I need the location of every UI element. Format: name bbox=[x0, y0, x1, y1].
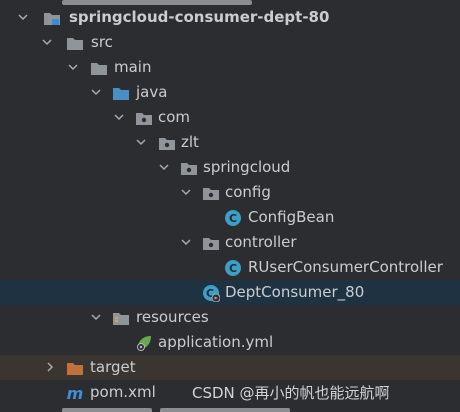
source-root-folder-icon bbox=[113, 88, 129, 100]
tree-item-label: springcloud-consumer-dept-80 bbox=[69, 8, 330, 26]
package-icon bbox=[203, 238, 219, 250]
tree-row-resources[interactable]: resources bbox=[0, 305, 460, 330]
tree-item-label: target bbox=[90, 358, 136, 376]
chevron-down-icon[interactable] bbox=[179, 234, 193, 250]
tree-row-controller[interactable]: controller bbox=[0, 230, 460, 255]
tree-row-main[interactable]: main bbox=[0, 55, 460, 80]
tree-row-config[interactable]: config bbox=[0, 180, 460, 205]
svg-text:m: m bbox=[67, 384, 84, 402]
tree-row-zlt[interactable]: zlt bbox=[0, 130, 460, 155]
tree-row-configbean[interactable]: C ConfigBean bbox=[0, 205, 460, 230]
module-folder-icon bbox=[44, 13, 60, 25]
tree-row-deptconsumer-80[interactable]: C DeptConsumer_80 bbox=[0, 280, 460, 305]
tree-item-label: springcloud bbox=[203, 158, 291, 176]
tree-item-label: java bbox=[136, 83, 168, 101]
tree-row-com[interactable]: com bbox=[0, 105, 460, 130]
chevron-right-icon[interactable] bbox=[43, 359, 57, 375]
chevron-down-icon[interactable] bbox=[66, 59, 80, 75]
chevron-down-icon[interactable] bbox=[40, 34, 54, 50]
spring-config-icon bbox=[137, 336, 151, 351]
tree-item-label: zlt bbox=[181, 133, 199, 151]
chevron-down-icon[interactable] bbox=[179, 184, 193, 200]
svg-text:C: C bbox=[229, 262, 237, 275]
tree-row-module[interactable]: springcloud-consumer-dept-80 bbox=[0, 5, 460, 30]
folder-icon bbox=[91, 63, 107, 75]
resources-folder-icon bbox=[113, 313, 129, 325]
svg-text:C: C bbox=[229, 212, 237, 225]
chevron-down-icon[interactable] bbox=[134, 134, 148, 150]
chevron-down-icon[interactable] bbox=[89, 309, 103, 325]
package-icon bbox=[136, 113, 152, 125]
maven-icon: m bbox=[67, 384, 84, 402]
tree-item-label: DeptConsumer_80 bbox=[225, 283, 365, 301]
tree-item-label: application.yml bbox=[158, 333, 274, 351]
package-icon bbox=[181, 163, 197, 175]
tree-item-label: com bbox=[158, 108, 191, 126]
project-tree: springcloud-consumer-dept-80 src main ja… bbox=[0, 0, 460, 412]
tree-item-label: config bbox=[225, 183, 271, 201]
tree-item-label: controller bbox=[225, 233, 297, 251]
tree-item-label: resources bbox=[136, 308, 209, 326]
tree-row-java[interactable]: java bbox=[0, 80, 460, 105]
tree-row-springcloud[interactable]: springcloud bbox=[0, 155, 460, 180]
tree-row-peek-bottom bbox=[0, 406, 460, 412]
excluded-folder-icon bbox=[67, 363, 83, 375]
chevron-down-icon[interactable] bbox=[112, 109, 126, 125]
java-class-icon: C bbox=[225, 260, 241, 276]
tree-item-label: RUserConsumerController bbox=[248, 258, 443, 276]
java-class-icon: C bbox=[225, 210, 241, 226]
spring-boot-main-class-icon: C bbox=[203, 285, 220, 302]
chevron-down-icon[interactable] bbox=[16, 9, 30, 25]
tree-row-application-yml[interactable]: application.yml bbox=[0, 330, 460, 355]
tree-item-label: pom.xml bbox=[90, 383, 156, 401]
package-icon bbox=[203, 188, 219, 200]
tree-row-ruserconsumercontroller[interactable]: C RUserConsumerController bbox=[0, 255, 460, 280]
tree-item-label: ConfigBean bbox=[248, 208, 335, 226]
tree-item-label: main bbox=[114, 58, 152, 76]
tree-row-target[interactable]: target bbox=[0, 355, 460, 380]
tree-item-label: src bbox=[91, 33, 113, 51]
watermark-text: CSDN @再小的帆也能远航啊 bbox=[192, 384, 390, 402]
chevron-down-icon[interactable] bbox=[157, 159, 171, 175]
chevron-down-icon[interactable] bbox=[89, 84, 103, 100]
tree-row-src[interactable]: src bbox=[0, 30, 460, 55]
folder-icon bbox=[67, 38, 83, 50]
package-icon bbox=[159, 138, 175, 150]
